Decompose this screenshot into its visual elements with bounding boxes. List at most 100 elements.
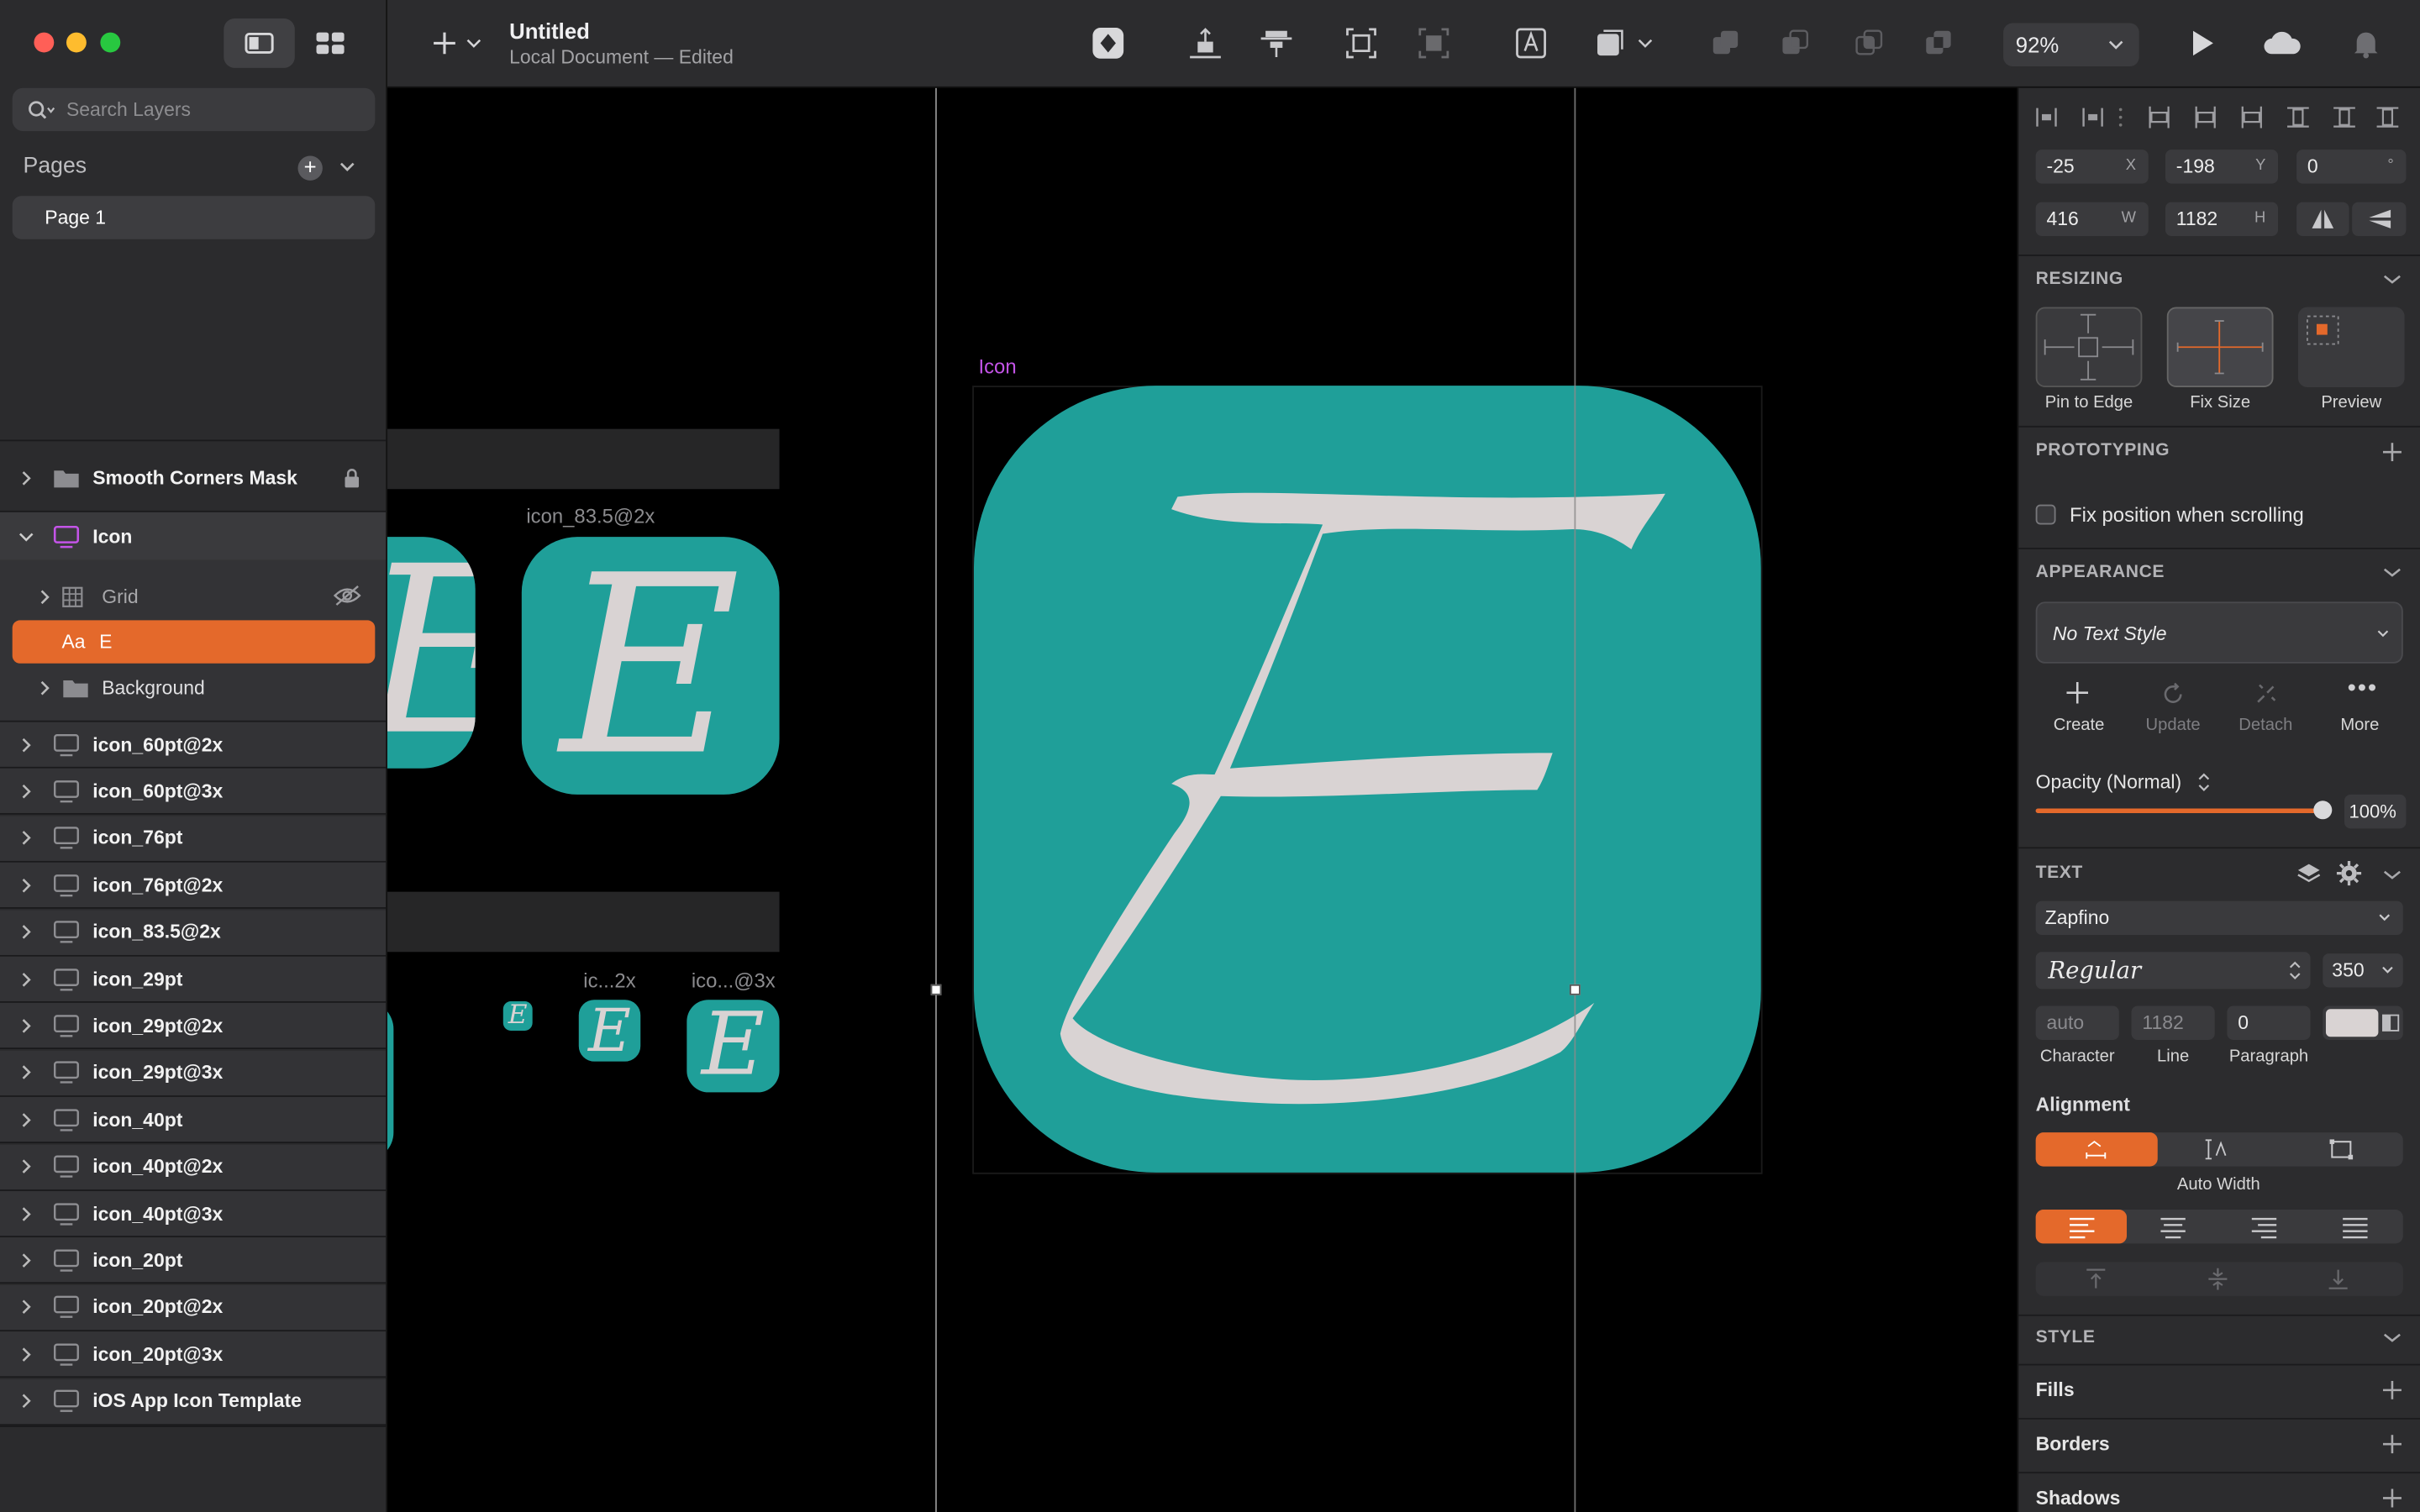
width-field[interactable]: 416 W [2035,202,2149,237]
align-option-icon[interactable] [2034,105,2059,129]
more-label[interactable]: More [2321,716,2398,734]
icon-artboard-partial[interactable] [387,1001,394,1161]
disclosure-chevron-icon[interactable] [0,530,52,543]
line-height-field[interactable]: 1182 [2131,1005,2215,1040]
layers-stack-icon[interactable] [2296,863,2321,885]
intersect-button[interactable] [1850,22,1887,65]
icon-artboard-20-3x[interactable]: E [687,1000,780,1093]
layer-artboard-row[interactable]: icon_29pt@2x [0,1003,387,1050]
rotation-field[interactable]: 0 ° [2296,150,2407,184]
zoom-dropdown[interactable]: 92% [2003,23,2139,66]
disclosure-chevron-icon[interactable] [0,831,52,846]
icon-artboard-76[interactable]: E [387,537,476,769]
y-position-field[interactable]: -198 Y [2165,150,2279,184]
canvas-view-toggle[interactable] [224,18,295,68]
fix-position-checkbox[interactable] [2035,504,2056,525]
align-center-text-button[interactable] [2127,1210,2217,1243]
lock-icon[interactable] [343,468,361,494]
disclosure-chevron-icon[interactable] [0,1205,52,1221]
layer-artboard-row[interactable]: icon_76pt [0,816,387,863]
fix-size-button[interactable] [2166,307,2274,388]
artboard-label-icon[interactable]: Icon [978,354,1016,378]
height-field[interactable]: 1182 H [2165,202,2279,237]
icon-artboard-83-5[interactable]: E [521,537,780,795]
chevron-down-icon[interactable] [2383,869,2402,881]
add-fill-icon[interactable] [2382,1380,2402,1399]
disclosure-chevron-icon[interactable] [0,1299,52,1315]
layer-e-text-selected[interactable]: Aa E [12,620,376,664]
text-color-swatch[interactable] [2323,1005,2403,1040]
icon-artboard-20-2x[interactable]: E [578,1000,641,1062]
align-option-icon[interactable] [2332,105,2356,129]
icon-artboard-20[interactable]: E [502,1001,533,1031]
blend-stepper-icon[interactable] [2198,771,2211,793]
flip-horizontal-button[interactable] [2296,202,2349,237]
icon-artboard-main[interactable] [973,386,1761,1173]
artboard-label-2x[interactable]: ic...2x [583,969,635,992]
add-border-icon[interactable] [2382,1435,2402,1454]
pin-to-edge-button[interactable] [2035,307,2143,388]
layer-artboard-row[interactable]: icon_40pt [0,1097,387,1144]
artboard-label-3x[interactable]: ico...@3x [692,969,776,992]
opacity-field[interactable]: 100% [2344,794,2407,829]
align-justify-button[interactable] [2309,1210,2403,1243]
x-position-field[interactable]: -25 X [2035,150,2149,184]
disclosure-chevron-icon[interactable] [0,1018,52,1033]
chevron-down-icon[interactable] [2383,566,2402,579]
more-icon[interactable]: ••• [2348,676,2378,701]
fixed-size-behavior-button[interactable] [2280,1132,2403,1166]
align-center-button[interactable] [1255,22,1297,65]
hidden-eye-icon[interactable] [333,585,361,611]
cloud-button[interactable] [2258,22,2307,65]
chevron-down-icon[interactable] [2383,1331,2402,1344]
disclosure-chevron-icon[interactable] [0,971,52,986]
create-style-icon[interactable] [2066,681,2089,711]
font-family-dropdown[interactable]: Zapfino [2035,900,2403,936]
close-window-button[interactable] [34,32,55,53]
disclosure-chevron-icon[interactable] [0,1065,52,1080]
font-size-field[interactable]: 350 [2323,953,2403,988]
add-prototyping-icon[interactable] [2382,443,2402,462]
font-weight-dropdown[interactable]: Regular [2035,952,2311,990]
add-page-button[interactable]: + [297,155,323,181]
disclosure-chevron-icon[interactable] [0,784,52,799]
align-option-icon[interactable] [2239,105,2264,129]
align-option-icon[interactable] [2375,105,2400,129]
opacity-slider-thumb[interactable] [2313,801,2333,820]
text-button[interactable] [1509,22,1552,65]
disclosure-chevron-icon[interactable] [0,878,52,893]
align-option-icon[interactable] [2286,105,2310,129]
layer-artboard-row[interactable]: icon_60pt@3x [0,769,387,816]
canvas[interactable]: icon_83.5@2x E E E ic...2x E ico...@3x E… [387,87,2018,1512]
disclosure-chevron-icon[interactable] [0,1347,52,1362]
boolean-menu-button[interactable] [1591,22,1656,65]
auto-width-behavior-button[interactable] [2158,1132,2280,1166]
fixed-width-behavior-button[interactable] [2035,1132,2158,1167]
create-label[interactable]: Create [2040,716,2118,734]
search-layers-field[interactable]: Search Layers [12,87,376,132]
character-spacing-field[interactable]: auto [2035,1005,2119,1040]
layer-artboard-row[interactable]: icon_83.5@2x [0,909,387,957]
artboard-label-83[interactable]: icon_83.5@2x [526,505,655,528]
disclosure-chevron-icon[interactable] [0,470,52,486]
play-button[interactable] [2184,22,2221,65]
gear-icon[interactable] [2336,860,2362,886]
paragraph-spacing-field[interactable]: 0 [2227,1005,2311,1040]
text-style-dropdown[interactable]: No Text Style [2035,601,2403,664]
page-item-page-1[interactable]: Page 1 [12,196,376,239]
layer-artboard-row[interactable]: icon_40pt@3x [0,1190,387,1238]
disclosure-chevron-icon[interactable] [0,1112,52,1127]
layer-artboard-row[interactable]: icon_60pt@2x [0,722,387,769]
layer-artboard-row[interactable]: icon_20pt@2x [0,1284,387,1331]
align-option-icon[interactable] [2193,105,2217,129]
union-button[interactable] [1707,22,1744,65]
align-option-icon[interactable] [2147,105,2171,129]
layer-icon-artboard[interactable]: Icon [0,512,387,560]
notifications-button[interactable] [2348,22,2385,65]
minimize-window-button[interactable] [66,32,87,53]
zoom-window-button[interactable] [100,32,121,53]
layer-artboard-row[interactable]: icon_29pt@3x [0,1050,387,1097]
opacity-slider[interactable] [2035,808,2325,813]
collapse-pages-icon[interactable] [338,155,356,184]
symbol-button[interactable] [1086,22,1129,65]
